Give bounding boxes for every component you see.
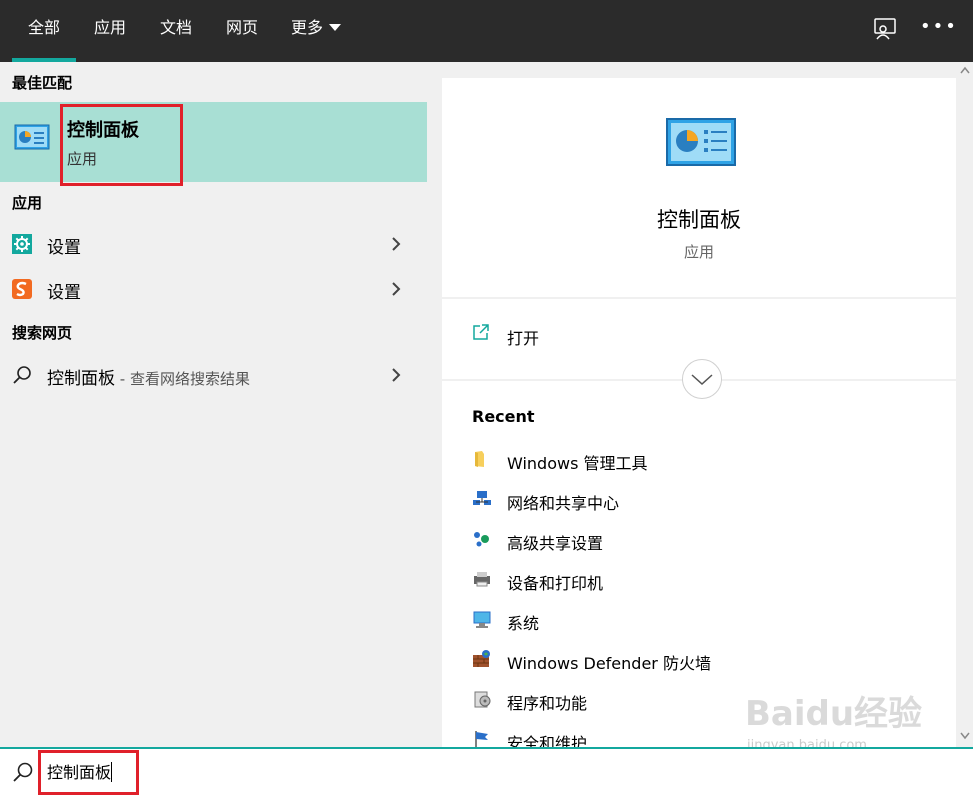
sogou-icon [12,279,32,299]
scrollbar[interactable] [957,62,973,747]
chevron-right-icon[interactable] [390,367,402,383]
recent-item[interactable]: Windows Defender 防火墙 [472,645,942,673]
best-match-heading: 最佳匹配 [12,74,73,92]
watermark-text: Baidu经验 [745,694,923,734]
recent-item-label: 高级共享设置 [507,534,604,553]
web-search-suffix: - 查看网络搜索结果 [115,370,250,388]
open-icon [473,324,489,340]
app-result-label: 设置 [47,283,81,303]
more-options-icon[interactable]: ••• [920,12,956,42]
recent-item-label: 设备和打印机 [507,574,604,593]
app-result-label: 设置 [47,238,81,258]
chevron-down-icon [691,374,713,386]
tab-more[interactable]: 更多 [283,0,349,62]
search-filter-bar: 全部 应用 文档 网页 更多 ••• [0,0,973,62]
preview-title: 控制面板 [657,208,741,232]
app-result-settings-sogou[interactable]: 设置 [0,268,427,310]
tab-all[interactable]: 全部 [12,0,76,62]
search-icon [13,762,33,782]
preview-subtitle: 应用 [683,243,714,261]
app-result-settings[interactable]: 设置 [0,223,427,265]
recent-item-label: 网络和共享中心 [507,494,620,513]
results-panel: 最佳匹配 控制面板 应用 应用 设置 设置 搜索网页 控制面板 - 查看网络搜索… [0,62,427,747]
recent-item-label: Windows Defender 防火墙 [507,654,711,673]
folder-icon [475,451,484,467]
recent-item[interactable]: 高级共享设置 [472,525,942,553]
recent-heading: Recent [472,407,535,426]
tab-web[interactable]: 网页 [217,0,267,62]
recent-item-label: 系统 [507,614,540,633]
printer-icon [474,572,490,587]
annotation-highlight-box [60,104,183,186]
open-label: 打开 [507,329,540,348]
search-box[interactable]: 控制面板 [0,747,973,795]
recent-item[interactable]: 设备和打印机 [472,565,942,593]
chevron-right-icon[interactable] [390,281,402,297]
firewall-icon [473,650,490,667]
web-search-result[interactable]: 控制面板 - 查看网络搜索结果 [0,354,427,396]
programs-icon [474,691,491,708]
expand-button[interactable] [682,359,722,399]
system-icon [473,611,491,628]
recent-item-label: Windows 管理工具 [507,454,648,473]
web-search-query: 控制面板 [47,369,115,389]
feedback-icon[interactable] [872,16,898,42]
preview-header-card: 控制面板 应用 [442,78,956,297]
network-icon [473,491,491,505]
tab-documents[interactable]: 文档 [151,0,201,62]
web-search-heading: 搜索网页 [12,324,73,342]
recent-item-label: 程序和功能 [507,694,588,713]
recent-item[interactable]: 网络和共享中心 [472,485,942,513]
chevron-right-icon[interactable] [390,236,402,252]
sharing-icon [474,532,489,547]
web-search-label: 控制面板 - 查看网络搜索结果 [47,364,250,389]
annotation-highlight-box [38,750,139,795]
recent-item[interactable]: Windows 管理工具 [472,445,942,473]
tab-more-label: 更多 [290,18,323,37]
apps-heading: 应用 [12,194,43,212]
search-icon [13,366,31,384]
control-panel-icon [14,124,50,150]
recent-item[interactable]: 系统 [472,605,942,633]
control-panel-icon [666,118,736,166]
flag-icon [475,731,488,748]
chevron-down-icon [329,24,341,31]
gear-icon [12,234,32,254]
scroll-up-icon[interactable] [960,66,970,74]
scroll-down-icon[interactable] [960,732,970,740]
tab-apps[interactable]: 应用 [85,0,135,62]
